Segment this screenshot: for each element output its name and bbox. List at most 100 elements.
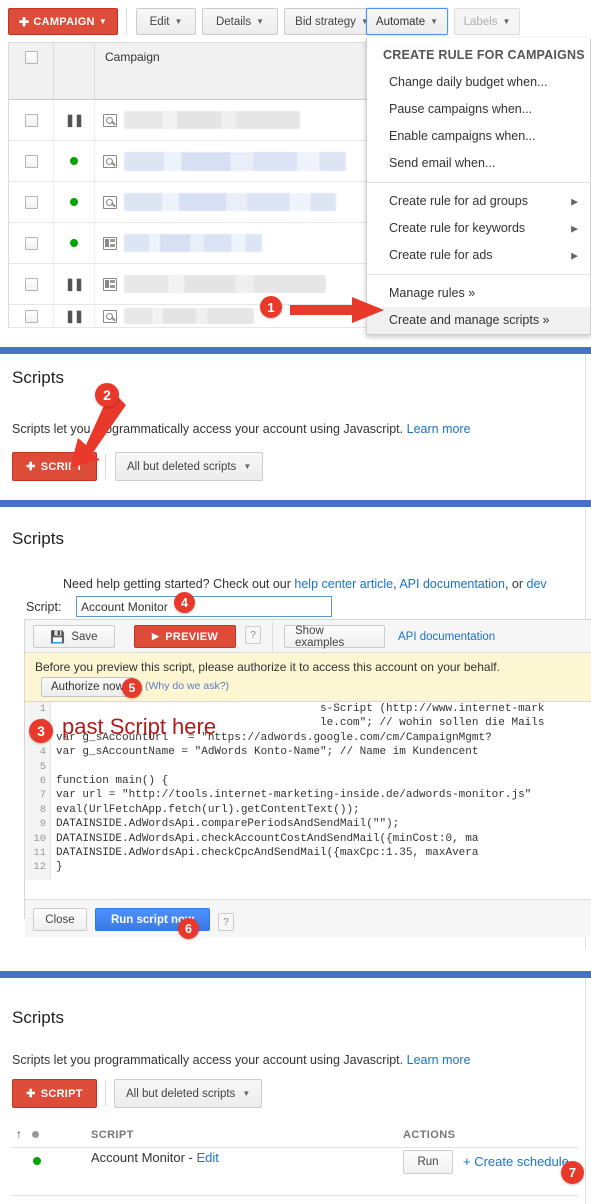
menu-item-create-manage-scripts[interactable]: Create and manage scripts » <box>367 307 590 334</box>
scripts-filter-dropdown[interactable]: All but deleted scripts ▼ <box>115 452 264 481</box>
edit-label: Edit <box>149 15 170 28</box>
callout-badge-3-label: 3 <box>37 723 45 739</box>
row-checkbox[interactable] <box>24 195 38 209</box>
menu-divider <box>367 274 590 275</box>
line-number: 11 <box>33 846 46 859</box>
details-button[interactable]: Details ▼ <box>202 8 278 35</box>
code-line: var url = "http://tools.internet-marketi… <box>56 789 532 802</box>
menu-item-pause-campaigns[interactable]: Pause campaigns when... <box>367 96 590 123</box>
help-hint-label: ? <box>250 629 256 641</box>
api-documentation-link[interactable]: API documentation <box>399 577 505 591</box>
select-all-cell[interactable] <box>9 43 54 99</box>
menu-item-label: Create rule for keywords <box>389 221 526 235</box>
paused-status-icon: ❚❚ <box>64 309 84 323</box>
campaigns-toolbar: ✚ CAMPAIGN ▼ Edit ▼ Details ▼ Bid strate… <box>0 0 591 42</box>
automate-dropdown-menu: CREATE RULE FOR CAMPAIGNS Change daily b… <box>366 38 591 335</box>
row-status-cell: ❚❚ <box>54 264 95 304</box>
campaign-column-label: Campaign <box>105 50 160 64</box>
api-documentation-link[interactable]: API documentation <box>398 631 495 643</box>
page-title: Scripts <box>12 368 64 387</box>
add-script-button[interactable]: ✚ SCRIPT <box>12 1079 97 1108</box>
menu-item-label: Send email when... <box>389 156 496 170</box>
callout-badge-6: 6 <box>178 918 199 939</box>
show-examples-button[interactable]: Show examples <box>284 625 385 649</box>
enabled-status-icon <box>70 157 78 165</box>
labels-button[interactable]: Labels ▼ <box>454 8 520 35</box>
row-select-cell[interactable] <box>9 182 54 222</box>
menu-item-rule-ads[interactable]: Create rule for ads ▶ <box>367 242 590 269</box>
chevron-down-icon: ▼ <box>502 17 511 26</box>
row-select-cell[interactable] <box>9 223 54 263</box>
callout-arrow-1 <box>290 297 384 323</box>
row-select-cell[interactable] <box>9 264 54 304</box>
create-schedule-link[interactable]: + Create schedule <box>463 1154 569 1169</box>
why-do-we-ask-link[interactable]: (Why do we ask?) <box>145 680 229 692</box>
edit-script-link[interactable]: Edit <box>197 1150 219 1165</box>
menu-item-change-daily-budget[interactable]: Change daily budget when... <box>367 69 590 96</box>
row-select-cell[interactable] <box>9 305 54 327</box>
learn-more-link[interactable]: Learn more <box>407 422 471 436</box>
page-title: Scripts <box>12 1008 64 1027</box>
help-hint-icon[interactable]: ? <box>218 913 234 931</box>
menu-item-enable-campaigns[interactable]: Enable campaigns when... <box>367 123 590 150</box>
section-divider-1 <box>0 347 591 354</box>
menu-item-manage-rules[interactable]: Manage rules » <box>367 280 590 307</box>
scripts-filter-dropdown[interactable]: All but deleted scripts ▼ <box>114 1079 263 1108</box>
learn-more-link[interactable]: Learn more <box>407 1053 471 1067</box>
menu-item-send-email[interactable]: Send email when... <box>367 150 590 177</box>
row-checkbox[interactable] <box>24 154 38 168</box>
add-campaign-label: CAMPAIGN <box>33 15 95 28</box>
display-campaign-icon <box>103 277 117 291</box>
authorization-warning-text: Before you preview this script, please a… <box>35 660 500 674</box>
scripts-intro-section: Scripts Scripts let you programmatically… <box>0 354 591 500</box>
select-all-checkbox[interactable] <box>25 51 38 64</box>
scripts-filter-label: All but deleted scripts <box>126 1087 236 1100</box>
paused-status-icon: ❚❚ <box>64 277 84 291</box>
close-button[interactable]: Close <box>33 908 87 931</box>
script-enabled-status-icon <box>33 1157 41 1165</box>
script-name-input[interactable] <box>76 596 332 617</box>
script-editor-section: Scripts Need help getting started? Check… <box>0 507 591 950</box>
chevron-down-icon: ▼ <box>98 17 108 26</box>
plus-icon: ✚ <box>18 14 30 29</box>
authorize-now-label: Authorize now <box>51 681 124 693</box>
row-select-cell[interactable] <box>9 100 54 140</box>
edit-button[interactable]: Edit ▼ <box>136 8 196 35</box>
redacted-campaign-name <box>124 193 336 211</box>
sort-arrow-icon[interactable]: ↑ <box>16 1127 22 1141</box>
row-checkbox[interactable] <box>24 236 38 250</box>
run-script-button[interactable]: Run <box>403 1150 453 1174</box>
menu-item-rule-keywords[interactable]: Create rule for keywords ▶ <box>367 215 590 242</box>
callout-badge-1-label: 1 <box>267 299 275 315</box>
editor-toolbar-divider <box>272 622 273 651</box>
row-select-cell[interactable] <box>9 141 54 181</box>
automate-label: Automate <box>375 15 426 28</box>
developer-forum-link[interactable]: dev <box>527 577 547 591</box>
script-column-header[interactable]: SCRIPT <box>91 1129 134 1141</box>
code-editor-panel: 💾 Save ▶ PREVIEW ? Show examples API doc… <box>24 619 591 937</box>
save-button[interactable]: 💾 Save <box>33 625 115 648</box>
preview-button[interactable]: ▶ PREVIEW <box>134 625 236 648</box>
row-checkbox[interactable] <box>24 309 38 323</box>
section-divider-2 <box>0 500 591 507</box>
scripts-filter-label: All but deleted scripts <box>127 460 237 473</box>
automate-button[interactable]: Automate ▼ <box>366 8 448 35</box>
menu-item-label: Create and manage scripts » <box>389 313 550 327</box>
scripts-description: Scripts let you programmatically access … <box>12 1053 471 1067</box>
script-name-text: Account Monitor - <box>91 1150 197 1165</box>
chevron-right-icon: ▶ <box>571 250 578 260</box>
callout-badge-4: 4 <box>174 592 195 613</box>
callout-badge-5: 5 <box>122 678 142 698</box>
row-checkbox[interactable] <box>24 277 38 291</box>
line-number: 8 <box>39 803 46 816</box>
callout-badge-6-label: 6 <box>185 921 192 936</box>
add-campaign-button[interactable]: ✚ CAMPAIGN ▼ <box>8 8 118 35</box>
authorize-now-button[interactable]: Authorize now <box>41 677 134 697</box>
menu-item-rule-ad-groups[interactable]: Create rule for ad groups ▶ <box>367 188 590 215</box>
help-center-article-link[interactable]: help center article <box>294 577 393 591</box>
line-number: 6 <box>39 774 46 787</box>
help-hint-icon[interactable]: ? <box>245 626 261 644</box>
row-status-cell: ❚❚ <box>54 100 95 140</box>
row-checkbox[interactable] <box>24 113 38 127</box>
script-row-name: Account Monitor - Edit <box>91 1150 219 1165</box>
